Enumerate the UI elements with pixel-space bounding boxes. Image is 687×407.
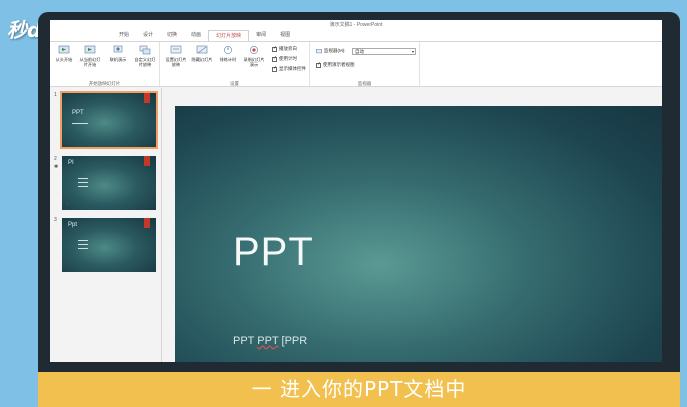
slideshow-start-icon xyxy=(58,45,70,54)
custom-slideshow-icon xyxy=(139,45,151,55)
tab-review[interactable]: 审阅 xyxy=(249,30,273,41)
thumb-number-2: 2 xyxy=(54,156,57,162)
thumb-bullet-lines xyxy=(78,178,88,190)
media-controls-check-icon xyxy=(272,65,277,72)
thumb-bullet-lines xyxy=(78,240,88,252)
group-setup-label: 设置 xyxy=(230,81,239,86)
thumb-title-1: PPT xyxy=(72,110,84,116)
group-monitors-label: 监视器 xyxy=(357,81,372,86)
presenter-view-checkbox[interactable]: 使用演示者视图 xyxy=(316,61,355,68)
slide-title[interactable]: PPT xyxy=(233,230,314,275)
narrations-label: 播放旁白 xyxy=(279,46,297,51)
group-start-label: 开始放映幻灯片 xyxy=(88,81,121,86)
hide-slide-button[interactable]: 隐藏幻灯片 xyxy=(190,45,214,62)
setup-slideshow-label: 设置幻灯片放映 xyxy=(165,57,187,67)
online-present-label: 联机演示 xyxy=(109,57,127,62)
chevron-down-icon: ▾ xyxy=(411,49,414,54)
tab-view[interactable]: 视图 xyxy=(273,30,297,41)
slide-thumbnails-pane: 1 PPT 2 ✱ PI · 3 Ppt xyxy=(50,88,162,362)
group-setup: 设置幻灯片放映 隐藏幻灯片 排练计时 录制幻灯片演示 播放旁白 使用计时 xyxy=(160,42,310,88)
monitor-label: 监视器(M): xyxy=(324,48,346,53)
thumb-red-tag xyxy=(144,93,150,103)
thumb-red-tag xyxy=(144,156,150,166)
powerpoint-window: 演示文稿1 - PowerPoint 开始 设计 切换 动画 幻灯片放映 审阅 … xyxy=(50,20,662,362)
slide-subtitle-part-b: PPT xyxy=(257,335,279,347)
window-title: 演示文稿1 - PowerPoint xyxy=(50,20,662,30)
record-slideshow-icon xyxy=(250,46,258,54)
from-beginning-label: 从头开始 xyxy=(55,57,73,62)
slideshow-current-icon xyxy=(84,45,96,54)
tab-design[interactable]: 设计 xyxy=(136,30,160,41)
tab-animations[interactable]: 动画 xyxy=(184,30,208,41)
slide-subtitle[interactable]: PPT PPT [PPR xyxy=(233,335,307,347)
current-slide[interactable]: PPT PPT PPT [PPR xyxy=(175,106,662,362)
thumb-number-3: 3 xyxy=(54,217,57,223)
hide-slide-icon xyxy=(196,45,208,54)
thumb-subtitle-line xyxy=(72,123,88,124)
hide-slide-label: 隐藏幻灯片 xyxy=(191,57,213,62)
thumb-footer-mark: · xyxy=(67,201,69,206)
monitor-select-value: 自动 xyxy=(355,49,364,54)
monitor-select[interactable]: 自动 ▾ xyxy=(352,48,416,55)
presenter-view-label: 使用演示者视图 xyxy=(323,62,355,67)
setup-slideshow-button[interactable]: 设置幻灯片放映 xyxy=(164,45,188,67)
thumb-number-1: 1 xyxy=(54,92,57,98)
narrations-checkbox[interactable]: 播放旁白 xyxy=(272,45,297,52)
online-present-button[interactable]: 联机演示 xyxy=(106,45,130,62)
slide-subtitle-part-a: PPT xyxy=(233,335,258,347)
record-slideshow-label: 录制幻灯片演示 xyxy=(243,57,265,67)
thumb-title-2: PI xyxy=(68,160,74,166)
from-current-label: 从当前幻灯片开始 xyxy=(79,57,101,67)
tab-slide-show[interactable]: 幻灯片放映 xyxy=(208,30,250,41)
media-controls-label: 显示媒体控件 xyxy=(279,66,306,71)
ribbon-tabs: 开始 设计 切换 动画 幻灯片放映 审阅 视图 xyxy=(50,30,662,41)
use-timings-label: 使用计时 xyxy=(279,56,297,61)
animation-star-icon: ✱ xyxy=(54,164,59,170)
thumbnail-slide-2[interactable]: PI · xyxy=(62,156,156,210)
custom-slideshow-button[interactable]: 自定义幻灯片放映 xyxy=(133,45,157,67)
slide-editor: PPT PPT PPT [PPR xyxy=(163,88,662,362)
use-timings-check-icon xyxy=(272,55,277,62)
slide-subtitle-part-c: [PPR xyxy=(278,335,308,347)
thumbnail-slide-3[interactable]: Ppt xyxy=(62,218,156,272)
monitor-icon xyxy=(316,48,322,53)
monitor-row: 监视器(M): xyxy=(316,48,346,54)
custom-slideshow-label: 自定义幻灯片放映 xyxy=(134,57,156,67)
presenter-view-check-icon xyxy=(316,61,321,68)
setup-slideshow-icon xyxy=(170,45,182,54)
group-start-slideshow: 从头开始 从当前幻灯片开始 联机演示 自定义幻灯片放映 开始放映幻灯片 xyxy=(50,42,160,88)
thumb-title-3: Ppt xyxy=(68,222,78,228)
thumbnail-slide-1[interactable]: PPT xyxy=(60,91,158,149)
rehearse-timings-label: 排练计时 xyxy=(219,57,237,62)
online-present-icon xyxy=(113,45,123,53)
from-current-button[interactable]: 从当前幻灯片开始 xyxy=(78,45,102,67)
from-beginning-button[interactable]: 从头开始 xyxy=(52,45,76,62)
rehearse-timings-icon xyxy=(224,46,232,54)
thumb-red-tag xyxy=(144,218,150,228)
video-caption: 一 进入你的PPT文档中 xyxy=(38,372,680,407)
record-slideshow-button[interactable]: 录制幻灯片演示 xyxy=(242,45,266,67)
group-monitors: 监视器(M): 自动 ▾ 使用演示者视图 监视器 xyxy=(310,42,420,88)
media-controls-checkbox[interactable]: 显示媒体控件 xyxy=(272,65,306,72)
narrations-check-icon xyxy=(272,45,277,52)
use-timings-checkbox[interactable]: 使用计时 xyxy=(272,55,297,62)
rehearse-timings-button[interactable]: 排练计时 xyxy=(216,45,240,62)
tab-home[interactable]: 开始 xyxy=(112,30,136,41)
ribbon: 从头开始 从当前幻灯片开始 联机演示 自定义幻灯片放映 开始放映幻灯片 设置幻灯… xyxy=(50,41,662,88)
tab-transitions[interactable]: 切换 xyxy=(160,30,184,41)
